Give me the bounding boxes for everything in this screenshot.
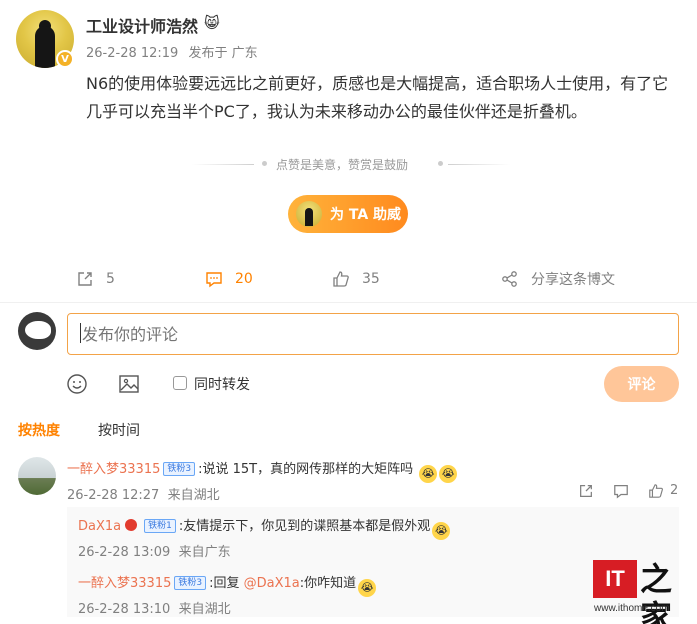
comment-location: 来自湖北	[167, 488, 220, 503]
reply-time: 26-2-28 13:09	[78, 545, 171, 560]
avatar-shape	[25, 321, 51, 339]
reply-body: DaX1a 铁粉1:友情提示下，你见到的谍照基本都是假外观 😭	[78, 515, 451, 540]
comment-like-icon[interactable]	[648, 483, 664, 499]
comment-icon	[206, 272, 222, 288]
avatar-figure-body	[35, 26, 55, 68]
reply-time: 26-2-28 13:10	[78, 602, 171, 617]
like-count: 35	[362, 271, 380, 287]
reply-prefix: :回复	[209, 576, 240, 591]
repost-checkbox-label[interactable]: 同时转发	[194, 374, 250, 394]
commenter-avatar[interactable]	[18, 457, 56, 495]
comment-like-count: 2	[670, 483, 679, 498]
ithome-logo: IT	[593, 560, 637, 598]
share-action[interactable]: 分享这条博文	[501, 268, 615, 290]
my-avatar[interactable]	[18, 312, 56, 350]
post-location: 发布于 广东	[188, 46, 258, 61]
reward-text: 点赞是美意，赞赏是鼓励	[276, 158, 409, 172]
crying-emoji-icon: 😭	[439, 465, 458, 483]
cheer-avatar-icon	[296, 201, 322, 227]
reply-location: 来自广东	[178, 545, 231, 560]
share-icon	[502, 271, 517, 287]
fan-badge: 铁粉3	[163, 462, 196, 476]
fan-badge: 铁粉3	[174, 576, 207, 590]
honor-badge-icon	[125, 519, 138, 531]
repost-count: 5	[106, 271, 115, 287]
repost-icon	[78, 272, 92, 286]
reward-dot-right	[438, 161, 443, 166]
cheer-button-label: 为 TA 助威	[330, 207, 402, 223]
comment-repost-icon[interactable]	[578, 483, 594, 499]
comment-username[interactable]: 一醉入梦33315	[67, 462, 160, 477]
comment-action[interactable]: 20	[205, 268, 253, 290]
tab-sort-hot[interactable]: 按热度	[18, 420, 60, 440]
comment-text: :说说 15T，真的网传那样的大矩阵吗	[198, 462, 414, 477]
comment-time: 26-2-28 12:27	[67, 488, 160, 503]
reward-dot-left	[262, 161, 267, 166]
reply-meta: 26-2-28 13:09 来自广东	[78, 541, 231, 560]
submit-comment-button[interactable]: 评论	[604, 366, 679, 402]
fan-badge: 铁粉1	[144, 519, 176, 533]
reward-line-right	[448, 164, 510, 165]
tab-sort-time[interactable]: 按时间	[98, 420, 140, 440]
crying-emoji-icon: 😭	[419, 465, 438, 483]
post-date[interactable]: 26-2-28 12:19	[86, 46, 178, 61]
reply-text: :友情提示下，你见到的谍照基本都是假外观	[178, 519, 431, 534]
crying-emoji-icon: 😭	[358, 579, 377, 597]
reply-location: 来自湖北	[178, 602, 231, 617]
reward-line-left	[192, 164, 254, 165]
reply-meta: 26-2-28 13:10 来自湖北	[78, 598, 231, 617]
reply-text: :你咋知道	[299, 576, 357, 591]
comment-body: 一醉入梦33315 铁粉3:说说 15T，真的网传那样的大矩阵吗 😭 😭	[67, 458, 458, 483]
author-name[interactable]: 工业设计师浩然	[86, 13, 198, 37]
username-emoji-icon: 😸	[204, 14, 220, 32]
thumbs-up-icon	[333, 271, 349, 287]
post-meta: 26-2-28 12:19 发布于 广东	[86, 42, 264, 61]
comment-count: 20	[235, 271, 253, 287]
reply-username[interactable]: 一醉入梦33315	[78, 576, 171, 591]
comment-reply-icon[interactable]	[613, 483, 629, 499]
repost-action[interactable]: 5	[76, 268, 115, 290]
ithome-logo-text: 之家	[640, 560, 673, 624]
divider	[0, 302, 697, 303]
verified-badge-icon: V	[56, 50, 74, 68]
text-caret	[80, 323, 81, 343]
image-icon[interactable]	[118, 373, 140, 395]
comment-meta: 26-2-28 12:27 来自湖北	[67, 484, 220, 503]
reward-divider: 点赞是美意，赞赏是鼓励	[180, 156, 510, 172]
emoji-icon[interactable]	[66, 373, 88, 395]
comment-input[interactable]	[67, 313, 679, 355]
reply-username[interactable]: DaX1a	[78, 519, 121, 534]
watermark-url: www.ithome.com	[594, 603, 670, 614]
cheer-button[interactable]: 为 TA 助威	[288, 195, 408, 233]
like-action[interactable]: 35	[332, 268, 380, 290]
reply-mention[interactable]: @DaX1a	[244, 576, 300, 591]
share-label: 分享这条博文	[531, 272, 615, 288]
crying-emoji-icon: 😭	[432, 522, 451, 540]
repost-checkbox[interactable]	[173, 376, 187, 390]
post-content: N6的使用体验要远远比之前更好，质感也是大幅提高，适合职场人士使用，有了它几乎可…	[86, 74, 669, 121]
reply-body: 一醉入梦33315 铁粉3:回复 @DaX1a:你咋知道 😭	[78, 572, 377, 597]
